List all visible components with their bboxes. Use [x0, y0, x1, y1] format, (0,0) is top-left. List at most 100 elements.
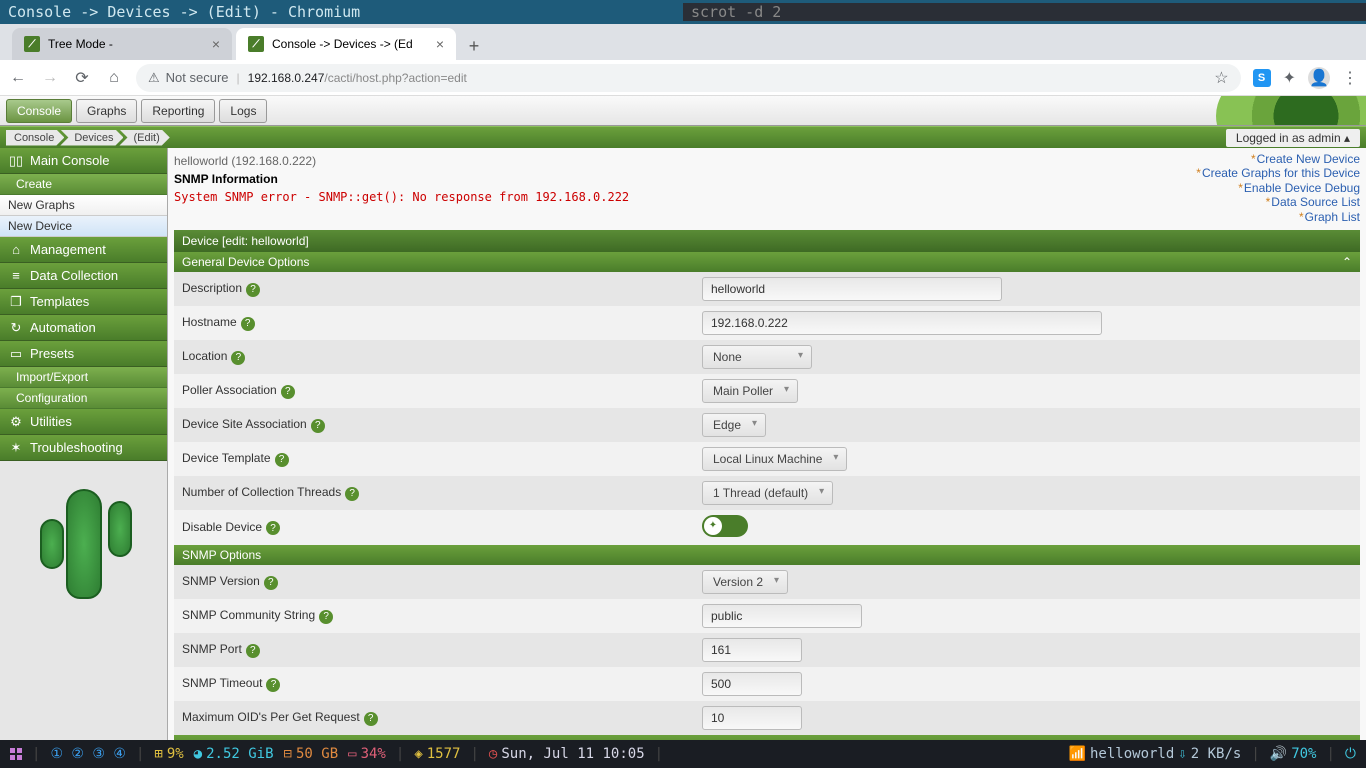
cactus-logo — [34, 479, 134, 619]
app-grid-icon[interactable] — [10, 748, 22, 760]
select-snmp-version[interactable]: Version 2 — [702, 570, 788, 594]
input-snmp-timeout[interactable] — [702, 672, 802, 696]
home-icon: ⌂ — [8, 243, 24, 257]
label-location: Location — [182, 349, 227, 363]
link-create-new-device[interactable]: Create New Device — [1196, 152, 1360, 166]
copy-icon: ❐ — [8, 295, 24, 309]
close-icon[interactable]: × — [436, 36, 444, 52]
breadcrumb-console[interactable]: Console — [6, 130, 64, 146]
link-graph-list[interactable]: Graph List — [1196, 210, 1360, 224]
forward-button[interactable]: → — [40, 69, 60, 87]
cacti-header: Console Graphs Reporting Logs — [0, 96, 1366, 126]
help-icon[interactable]: ? — [264, 576, 278, 590]
help-icon[interactable]: ? — [281, 385, 295, 399]
breadcrumb-devices[interactable]: Devices — [60, 130, 123, 146]
close-icon[interactable]: × — [212, 36, 220, 52]
tab-console[interactable]: Console — [6, 99, 72, 123]
sidebar-presets[interactable]: ▭Presets — [0, 341, 167, 367]
tab-title: Console -> Devices -> (Ed — [272, 37, 413, 51]
snmp-information-label: SNMP Information — [174, 170, 1196, 188]
desktop-taskbar: | ① ② ③ ④ | ⊞ 9% ◕ 2.52 GiB ⊟ 50 GB ▭ 34… — [0, 740, 1366, 768]
help-icon[interactable]: ? — [311, 419, 325, 433]
input-description[interactable] — [702, 277, 1002, 301]
sidebar-configuration[interactable]: Configuration — [0, 388, 167, 409]
select-site[interactable]: Edge — [702, 413, 766, 437]
help-icon[interactable]: ? — [345, 487, 359, 501]
help-icon[interactable]: ? — [246, 283, 260, 297]
select-template[interactable]: Local Linux Machine — [702, 447, 847, 471]
sidebar-templates[interactable]: ❐Templates — [0, 289, 167, 315]
sidebar-new-graphs[interactable]: New Graphs — [0, 195, 167, 216]
link-data-source-list[interactable]: Data Source List — [1196, 195, 1360, 209]
sidebar-data-collection[interactable]: ≡Data Collection — [0, 263, 167, 289]
browser-toolbar: ← → ⟳ ⌂ Not secure | 192.168.0.247/cacti… — [0, 60, 1366, 96]
profile-icon[interactable]: 👤 — [1308, 67, 1330, 89]
sidebar-main-console[interactable]: ▯▯Main Console — [0, 148, 167, 174]
reload-button[interactable]: ⟳ — [72, 68, 92, 88]
sidebar-utilities[interactable]: ⚙Utilities — [0, 409, 167, 435]
input-max-oid[interactable] — [702, 706, 802, 730]
breadcrumb-edit[interactable]: (Edit) — [119, 130, 169, 146]
sidebar: ▯▯Main Console Create New Graphs New Dev… — [0, 148, 168, 750]
help-icon[interactable]: ? — [246, 644, 260, 658]
sidebar-troubleshooting[interactable]: ✶Troubleshooting — [0, 435, 167, 461]
menu-icon[interactable]: ⋮ — [1342, 68, 1358, 88]
help-icon[interactable]: ? — [231, 351, 245, 365]
sidebar-automation[interactable]: ↻Automation — [0, 315, 167, 341]
toggle-disable-device[interactable] — [702, 515, 748, 537]
cacti-favicon: ⟋ — [248, 36, 264, 52]
sidebar-create[interactable]: Create — [0, 174, 167, 195]
help-icon[interactable]: ? — [241, 317, 255, 331]
general-options-table: Description? Hostname? Location?None Pol… — [174, 272, 1360, 545]
browser-tab-1[interactable]: ⟋ Tree Mode - × — [12, 28, 232, 60]
help-icon[interactable]: ? — [275, 453, 289, 467]
help-icon[interactable]: ? — [266, 521, 280, 535]
help-icon[interactable]: ? — [266, 678, 280, 692]
help-icon[interactable]: ? — [319, 610, 333, 624]
label-description: Description — [182, 281, 242, 295]
wifi-widget: 📶 helloworld ⇩ 2 KB/s — [1069, 746, 1242, 762]
tab-logs[interactable]: Logs — [219, 99, 267, 123]
snmp-options-table: SNMP Version?Version 2 SNMP Community St… — [174, 565, 1360, 735]
skype-extension-icon[interactable]: S — [1253, 69, 1271, 87]
label-timeout: SNMP Timeout — [182, 676, 262, 690]
label-snmp-version: SNMP Version — [182, 574, 260, 588]
collapse-icon[interactable]: ⌃ — [1342, 255, 1352, 269]
select-location[interactable]: None — [702, 345, 812, 369]
workspace-indicators[interactable]: ① ② ③ ④ — [50, 746, 126, 762]
home-button[interactable]: ⌂ — [104, 69, 124, 87]
breadcrumb: Console Devices (Edit) Logged in as admi… — [0, 126, 1366, 148]
power-icon[interactable]: ⏻ — [1345, 746, 1356, 762]
help-icon[interactable]: ? — [364, 712, 378, 726]
address-bar[interactable]: Not secure | 192.168.0.247/cacti/host.ph… — [136, 64, 1241, 92]
label-site: Device Site Association — [182, 417, 307, 431]
select-threads[interactable]: 1 Thread (default) — [702, 481, 833, 505]
tab-title: Tree Mode - — [48, 37, 113, 51]
input-hostname[interactable] — [702, 311, 1102, 335]
bookmark-icon[interactable]: ☆ — [1214, 68, 1228, 88]
book-icon: ▯▯ — [8, 154, 24, 168]
label-poller: Poller Association — [182, 383, 277, 397]
link-enable-debug[interactable]: Enable Device Debug — [1196, 181, 1360, 195]
memory-widget: ◕ 2.52 GiB — [194, 746, 274, 762]
window-titlebar: Console -> Devices -> (Edit) - Chromium … — [0, 0, 1366, 24]
cacti-logo-banner — [986, 96, 1366, 125]
sidebar-management[interactable]: ⌂Management — [0, 237, 167, 263]
tab-reporting[interactable]: Reporting — [141, 99, 215, 123]
sidebar-new-device[interactable]: New Device — [0, 216, 167, 237]
input-community[interactable] — [702, 604, 862, 628]
section-snmp-options: SNMP Options — [174, 545, 1360, 565]
label-threads: Number of Collection Threads — [182, 485, 341, 499]
back-button[interactable]: ← — [8, 69, 28, 87]
new-tab-button[interactable]: + — [460, 32, 488, 60]
select-poller[interactable]: Main Poller — [702, 379, 798, 403]
input-snmp-port[interactable] — [702, 638, 802, 662]
login-status[interactable]: Logged in as admin ▴ — [1226, 129, 1360, 147]
browser-tab-2[interactable]: ⟋ Console -> Devices -> (Ed × — [236, 28, 456, 60]
extensions-icon[interactable]: ✦ — [1283, 68, 1296, 88]
label-port: SNMP Port — [182, 642, 242, 656]
volume-widget[interactable]: 🔊 70% — [1270, 746, 1317, 762]
link-create-graphs[interactable]: Create Graphs for this Device — [1196, 166, 1360, 180]
tab-graphs[interactable]: Graphs — [76, 99, 137, 123]
sidebar-import-export[interactable]: Import/Export — [0, 367, 167, 388]
